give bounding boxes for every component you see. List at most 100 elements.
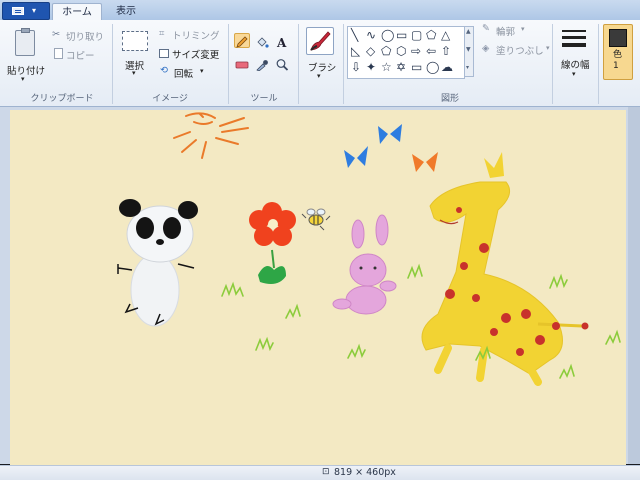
group-divider: [552, 24, 553, 104]
application-menu-button[interactable]: ▾: [2, 2, 50, 20]
brushes-button[interactable]: ブラシ ▾: [302, 24, 340, 84]
shape-right-triangle[interactable]: ◺: [351, 45, 360, 57]
tab-view[interactable]: 表示: [106, 3, 146, 20]
chevron-down-icon: ▾: [546, 44, 550, 52]
copy-icon: [54, 48, 63, 59]
crop-button[interactable]: トリミング: [172, 28, 220, 42]
color1-label: 色 1: [613, 50, 623, 71]
eyedropper-icon: [256, 60, 268, 72]
eraser-tool[interactable]: [234, 55, 250, 70]
copy-button[interactable]: コピー: [66, 48, 95, 62]
paste-label: 貼り付け: [7, 66, 46, 77]
shape-diamond[interactable]: ◇: [366, 45, 375, 57]
select-button[interactable]: 選択 ▾: [118, 28, 154, 78]
shape-polygon[interactable]: ⬠: [426, 29, 436, 41]
chevron-down-icon: ▾: [572, 70, 576, 78]
shape-up-arrow[interactable]: ⇧: [441, 45, 451, 57]
fill-tool[interactable]: [254, 33, 270, 48]
shape-line[interactable]: ╲: [351, 29, 358, 41]
chevron-down-icon: ▾: [200, 67, 204, 75]
color1-button[interactable]: 色 1: [603, 24, 633, 80]
brushes-label: ブラシ: [308, 63, 337, 74]
canvas-dimensions: 819 × 460px: [334, 467, 396, 478]
butterfly-orange: [412, 152, 438, 172]
shape-hexagon[interactable]: ⬡: [396, 45, 406, 57]
status-bar: ⊡ 819 × 460px: [0, 465, 640, 480]
paint-window: ▾ ホーム 表示 貼り付け ▾ ✂ 切り取り コピー クリップボード 選択 ▾ …: [0, 0, 640, 480]
shape-callout-rect[interactable]: ▭: [411, 61, 422, 73]
rotate-icon: ⟲: [160, 65, 168, 76]
menu-icon: [12, 7, 24, 15]
paint-bucket-icon: [257, 37, 269, 48]
bunny-drawing: [332, 214, 397, 315]
selection-rectangle-icon: [122, 31, 148, 51]
grass-drawing: [221, 263, 621, 379]
size-label: 線の幅: [561, 60, 590, 71]
clipboard-group-label: クリップボード: [30, 94, 94, 104]
magnifier-tool[interactable]: [274, 55, 290, 71]
shape-callout-oval[interactable]: ◯: [426, 61, 439, 73]
group-divider: [598, 24, 599, 104]
brush-icon: [310, 31, 331, 51]
clipboard-icon: [15, 28, 35, 56]
tab-home[interactable]: ホーム: [52, 3, 102, 21]
chevron-down-icon: ▾: [317, 72, 321, 80]
drawing-canvas[interactable]: [10, 110, 626, 466]
scroll-down-icon: ▼: [466, 46, 471, 53]
scissors-icon: ✂: [52, 29, 60, 40]
brush-preview: [306, 27, 334, 55]
outline-button[interactable]: 輪郭: [496, 24, 515, 38]
drawing-image: [117, 112, 621, 386]
paste-button[interactable]: 貼り付け ▾: [4, 24, 46, 86]
group-divider: [112, 24, 113, 104]
crop-icon: ⌗: [159, 28, 165, 39]
text-a-icon: A: [276, 36, 287, 50]
text-tool[interactable]: A: [274, 33, 290, 50]
svg-text:A: A: [276, 36, 287, 49]
fill-icon: ◈: [482, 43, 490, 54]
fill-button[interactable]: 塗りつぶし: [496, 43, 544, 57]
shape-down-arrow[interactable]: ⇩: [351, 61, 361, 73]
shape-rectangle[interactable]: ▭: [396, 29, 407, 41]
giraffe-drawing: [421, 152, 589, 386]
rotate-button[interactable]: 回転: [174, 66, 193, 80]
ribbon-tab-bar: ▾ ホーム 表示: [0, 0, 640, 21]
shape-five-point-star[interactable]: ☆: [381, 61, 392, 73]
color-picker-tool[interactable]: [254, 55, 270, 72]
chevron-down-icon: ▾: [132, 69, 136, 77]
shape-triangle[interactable]: △: [441, 29, 450, 41]
resize-icon: [159, 49, 169, 58]
eraser-icon: [235, 61, 249, 69]
canvas-size-icon: ⊡: [322, 467, 330, 477]
shape-pentagon[interactable]: ⬠: [381, 45, 391, 57]
shapes-gallery[interactable]: ╲ ∿ ◯ ▭ ▢ ⬠ △ ◺ ◇ ⬠ ⬡ ⇨ ⇦ ⇧ ⇩ ✦ ☆ ✡ ▭ ◯ …: [347, 26, 465, 79]
chevron-down-icon: ▾: [521, 25, 525, 33]
butterfly-blue-1: [378, 124, 402, 144]
shape-four-point-star[interactable]: ✦: [366, 61, 376, 73]
butterfly-blue-2: [344, 146, 368, 168]
pencil-icon: [236, 36, 248, 48]
size-button[interactable]: 線の幅 ▾: [556, 24, 594, 88]
line-width-icon: [562, 30, 586, 52]
shape-curve[interactable]: ∿: [366, 29, 376, 41]
group-divider: [228, 24, 229, 104]
shape-left-arrow[interactable]: ⇦: [426, 45, 436, 57]
shape-oval[interactable]: ◯: [381, 29, 394, 41]
sun-drawing: [173, 112, 249, 159]
flower-drawing: [249, 202, 296, 284]
color1-swatch: [609, 29, 627, 47]
pencil-tool[interactable]: [234, 33, 250, 48]
shape-six-point-star[interactable]: ✡: [396, 61, 406, 73]
magnifier-icon: [276, 59, 289, 71]
chevron-down-icon: ▾: [21, 75, 25, 83]
shape-right-arrow[interactable]: ⇨: [411, 45, 421, 57]
cut-button[interactable]: 切り取り: [66, 29, 104, 43]
shape-rounded-rectangle[interactable]: ▢: [411, 29, 422, 41]
bee-drawing: [301, 208, 331, 231]
shape-callout-cloud[interactable]: ☁: [441, 61, 453, 73]
resize-button[interactable]: サイズ変更: [172, 47, 219, 61]
image-group-label: イメージ: [152, 94, 188, 104]
chevron-down-icon: ▾: [32, 6, 37, 15]
shapes-scrollbar[interactable]: ▲ ▼ ▾: [464, 26, 474, 77]
gallery-expand-icon: ▾: [466, 64, 470, 71]
